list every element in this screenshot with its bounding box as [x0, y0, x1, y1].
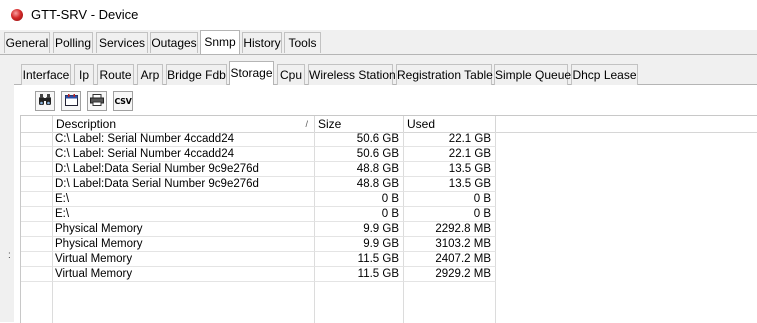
- size-cell: 9.9 GB: [315, 237, 404, 252]
- size-cell: 0 B: [315, 192, 404, 207]
- column-header-description-label: Description: [56, 117, 117, 131]
- tab-general[interactable]: General: [4, 32, 50, 53]
- size-cell: 50.6 GB: [315, 147, 404, 162]
- app-icon: [11, 9, 23, 21]
- subtab-storage[interactable]: Storage: [229, 61, 274, 85]
- sort-indicator-icon: /: [305, 119, 308, 129]
- table-row[interactable]: C:\ Label: Serial Number 4ccadd24 50.6 G…: [21, 132, 496, 147]
- calendar-icon: [64, 93, 78, 109]
- row-selector[interactable]: [21, 192, 53, 207]
- size-cell: 9.9 GB: [315, 222, 404, 237]
- csv-export-icon: CSV: [114, 96, 132, 106]
- table-row[interactable]: Virtual Memory 11.5 GB 2407.2 MB: [21, 252, 496, 267]
- size-cell: 48.8 GB: [315, 177, 404, 192]
- used-cell: 2292.8 MB: [404, 222, 496, 237]
- description-cell: D:\ Label:Data Serial Number 9c9e276d: [53, 177, 315, 192]
- table-row[interactable]: E:\ 0 B 0 B: [21, 192, 496, 207]
- table-row[interactable]: D:\ Label:Data Serial Number 9c9e276d 48…: [21, 162, 496, 177]
- column-header-description[interactable]: Description /: [53, 116, 315, 132]
- used-cell: 3103.2 MB: [404, 237, 496, 252]
- row-selector[interactable]: [21, 177, 53, 192]
- description-cell: D:\ Label:Data Serial Number 9c9e276d: [53, 162, 315, 177]
- column-divider: [495, 282, 496, 323]
- main-tab-strip: General Polling Services Outages Snmp Hi…: [0, 30, 757, 55]
- column-header-used[interactable]: Used: [404, 116, 496, 132]
- row-selector[interactable]: [21, 237, 53, 252]
- subtab-route[interactable]: Route: [97, 64, 134, 85]
- used-cell: 13.5 GB: [404, 162, 496, 177]
- description-cell: E:\: [53, 192, 315, 207]
- used-cell: 2929.2 MB: [404, 267, 496, 282]
- used-cell: 13.5 GB: [404, 177, 496, 192]
- column-divider: [403, 282, 404, 323]
- subtab-interface[interactable]: Interface: [21, 64, 71, 85]
- subtab-bridge-fdb[interactable]: Bridge Fdb: [166, 64, 227, 85]
- size-cell: 11.5 GB: [315, 252, 404, 267]
- table-row[interactable]: Physical Memory 9.9 GB 2292.8 MB: [21, 222, 496, 237]
- description-cell: Virtual Memory: [53, 252, 315, 267]
- row-selector[interactable]: [21, 222, 53, 237]
- table-row[interactable]: C:\ Label: Serial Number 4ccadd24 50.6 G…: [21, 147, 496, 162]
- used-cell: 0 B: [404, 192, 496, 207]
- tab-tools[interactable]: Tools: [284, 32, 321, 53]
- subtab-wireless-station[interactable]: Wireless Station: [308, 64, 396, 85]
- row-selector[interactable]: [21, 162, 53, 177]
- binoculars-icon: [38, 93, 52, 109]
- used-cell: 2407.2 MB: [404, 252, 496, 267]
- title-bar: GTT-SRV - Device: [0, 0, 757, 30]
- subtab-registration-table[interactable]: Registration Table: [396, 64, 493, 85]
- printer-icon: [90, 93, 104, 109]
- subtab-dhcp-lease[interactable]: Dhcp Lease: [571, 64, 638, 85]
- used-cell: 22.1 GB: [404, 132, 496, 147]
- description-cell: Physical Memory: [53, 237, 315, 252]
- description-cell: E:\: [53, 207, 315, 222]
- calendar-button[interactable]: [61, 91, 81, 111]
- description-cell: Physical Memory: [53, 222, 315, 237]
- print-button[interactable]: [87, 91, 107, 111]
- used-cell: 22.1 GB: [404, 147, 496, 162]
- storage-table: Description / Size Used C:\ Label: Seria…: [20, 115, 757, 323]
- subtab-simple-queue[interactable]: Simple Queue: [494, 64, 571, 85]
- table-header: Description / Size Used: [21, 116, 757, 133]
- subtab-arp[interactable]: Arp: [137, 64, 163, 85]
- table-row[interactable]: Virtual Memory 11.5 GB 2929.2 MB: [21, 267, 496, 282]
- column-divider: [314, 282, 315, 323]
- subtab-ip[interactable]: Ip: [74, 64, 94, 85]
- find-button[interactable]: [35, 91, 55, 111]
- row-selector[interactable]: [21, 267, 53, 282]
- tab-history[interactable]: History: [242, 32, 282, 53]
- tab-outages[interactable]: Outages: [150, 32, 198, 53]
- table-row[interactable]: D:\ Label:Data Serial Number 9c9e276d 48…: [21, 177, 496, 192]
- column-divider: [52, 282, 53, 323]
- table-row[interactable]: E:\ 0 B 0 B: [21, 207, 496, 222]
- tab-polling[interactable]: Polling: [53, 32, 93, 53]
- row-selector[interactable]: [21, 147, 53, 162]
- column-header-size[interactable]: Size: [315, 116, 404, 132]
- csv-export-button[interactable]: CSV: [113, 91, 133, 111]
- size-cell: 0 B: [315, 207, 404, 222]
- size-cell: 50.6 GB: [315, 132, 404, 147]
- used-cell: 0 B: [404, 207, 496, 222]
- size-cell: 11.5 GB: [315, 267, 404, 282]
- size-cell: 48.8 GB: [315, 162, 404, 177]
- table-row[interactable]: Physical Memory 9.9 GB 3103.2 MB: [21, 237, 496, 252]
- tab-services[interactable]: Services: [96, 32, 148, 53]
- subtab-cpu[interactable]: Cpu: [277, 64, 305, 85]
- row-selector[interactable]: [21, 207, 53, 222]
- row-selector[interactable]: [21, 252, 53, 267]
- tab-snmp[interactable]: Snmp: [200, 30, 240, 54]
- splitter-handle[interactable]: :: [8, 250, 11, 261]
- row-selector[interactable]: [21, 132, 53, 147]
- column-header-selector[interactable]: [21, 116, 53, 132]
- description-cell: Virtual Memory: [53, 267, 315, 282]
- description-cell: C:\ Label: Serial Number 4ccadd24: [53, 132, 315, 147]
- description-cell: C:\ Label: Serial Number 4ccadd24: [53, 147, 315, 162]
- window-title: GTT-SRV - Device: [31, 7, 139, 22]
